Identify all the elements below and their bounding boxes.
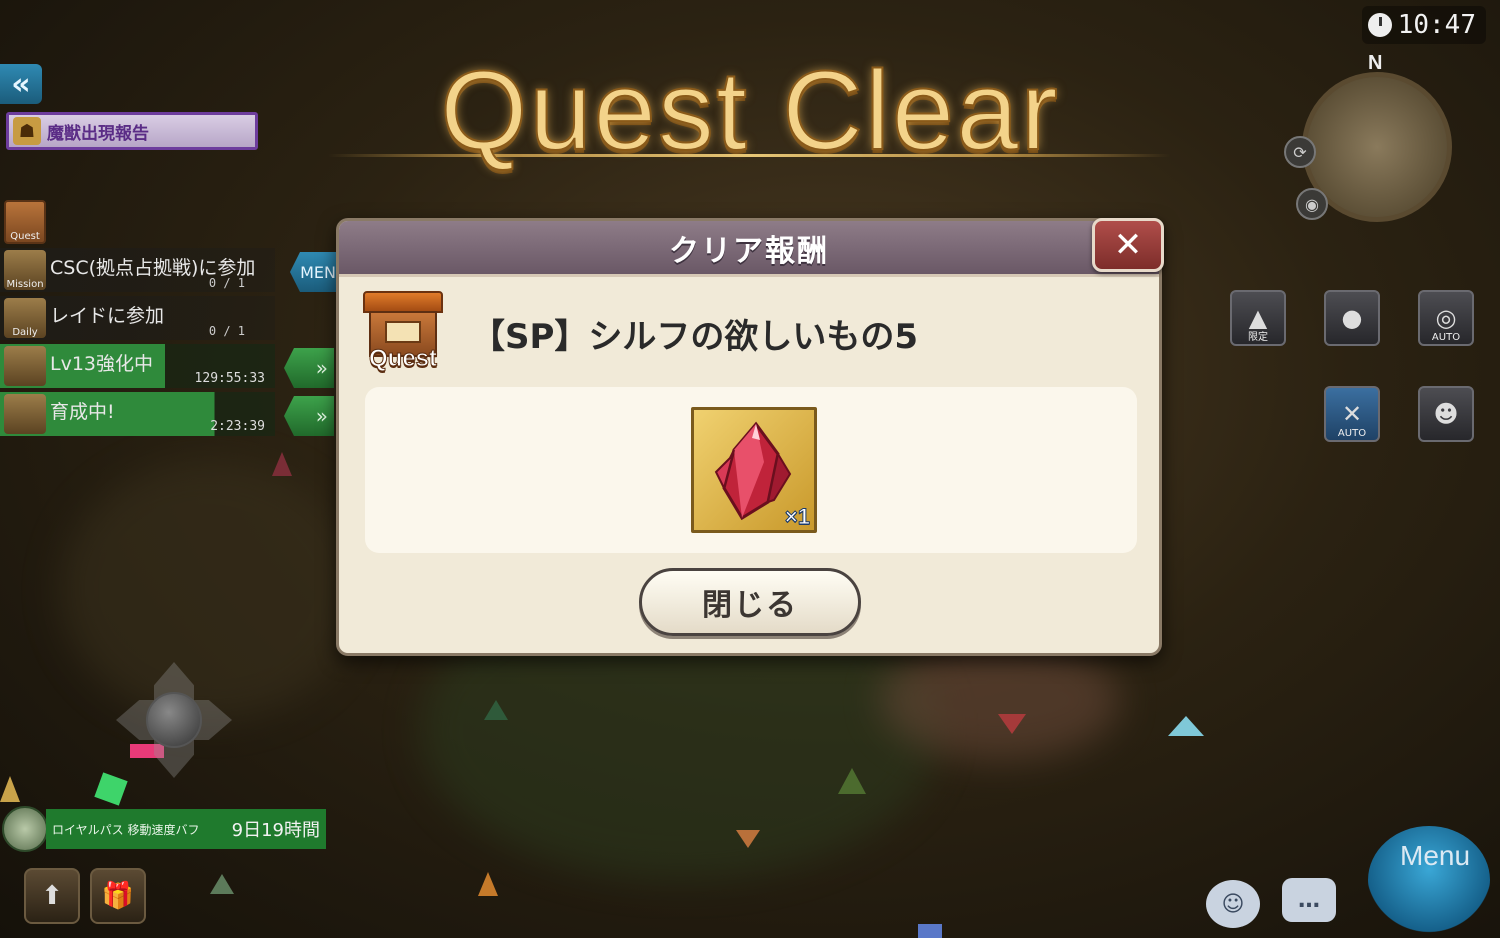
task-timer: 2:23:39 [210, 419, 265, 434]
clear-reward-dialog: クリア報酬 Quest 【SP】シルフの欲しいもの5 ×1 閉じる [336, 218, 1162, 656]
confetti-piece [1168, 716, 1204, 736]
mission-icon: Mission [4, 250, 46, 290]
clock-icon [1367, 13, 1392, 37]
task-timer: 129:55:33 [194, 371, 265, 386]
camera-button[interactable]: ● [1324, 290, 1380, 346]
party-button[interactable]: ☻ [1418, 386, 1474, 442]
target-icon: ◎ [1435, 304, 1457, 332]
buff-body: ロイヤルパス 移動速度バフ 9日19時間 [46, 809, 326, 849]
quest-roof [363, 291, 443, 313]
auto-target-button[interactable]: ◎ AUTO [1418, 290, 1474, 346]
quest-side-icon-label: Quest [10, 231, 40, 242]
reward-quantity: ×1 [784, 504, 810, 530]
close-button[interactable]: 閉じる [639, 568, 861, 636]
task-progress: 0 / 1 [208, 324, 245, 338]
auto-label: AUTO [1431, 332, 1461, 343]
quest-name: 【SP】シルフの欲しいもの5 [471, 317, 919, 357]
quest-badge-label: Quest [368, 345, 437, 373]
background-creature [880, 640, 1120, 760]
limited-label: 限定 [1248, 332, 1268, 343]
chat-icon[interactable]: … [1282, 878, 1336, 922]
royal-pass-buff[interactable]: ロイヤルパス 移動速度バフ 9日19時間 [2, 806, 326, 852]
quest-clear-title: Quest Clear [439, 47, 1060, 174]
confetti-piece [0, 776, 20, 802]
quest-shop-icon[interactable]: Quest [4, 200, 46, 244]
minimap-view-icon[interactable]: ◉ [1296, 188, 1328, 220]
buff-icon [2, 806, 48, 852]
buff-remaining-time: 9日19時間 [231, 820, 320, 841]
fast-forward-button[interactable]: » [284, 396, 334, 436]
swords-icon: ✕ [1341, 400, 1363, 428]
task-row-daily[interactable]: Daily レイドに参加 0 / 1 [0, 296, 275, 340]
confetti-piece [272, 452, 292, 476]
clock: 10:47 [1361, 6, 1486, 44]
confetti-piece [918, 924, 942, 938]
auto-label: AUTO [1337, 428, 1367, 439]
camera-icon: ● [1341, 304, 1363, 332]
buff-name: ロイヤルパス 移動速度バフ [52, 822, 200, 837]
side-menu-tab[interactable]: MEN [290, 252, 340, 292]
close-icon[interactable]: ✕ [1092, 218, 1164, 272]
task-progress: 0 / 1 [208, 276, 245, 290]
confetti-piece [736, 830, 760, 848]
group-icon: ☻ [1433, 400, 1459, 428]
task-row-mission[interactable]: Mission CSC(拠点占拠戦)に参加 0 / 1 [0, 248, 275, 292]
clock-time: 10:47 [1397, 10, 1476, 40]
dialog-header: クリア報酬 [339, 221, 1159, 277]
confetti-piece [478, 872, 498, 896]
joystick-knob[interactable] [146, 692, 202, 748]
virtual-joystick[interactable] [116, 662, 232, 778]
quest-window [385, 321, 421, 343]
reward-panel: ×1 [365, 387, 1137, 553]
reward-item[interactable]: ×1 [691, 407, 817, 533]
mission-icon-label: Mission [6, 279, 44, 290]
confetti-piece [838, 768, 866, 794]
boots-upgrade-icon[interactable]: ⬆ [24, 868, 80, 924]
fast-forward-button[interactable]: » [284, 348, 334, 388]
main-menu-label: Menu [1400, 840, 1471, 871]
task-row-training[interactable]: 育成中! 2:23:39 [0, 392, 275, 436]
dialog-title: クリア報酬 [669, 233, 829, 269]
task-label: 育成中! [50, 401, 115, 423]
gift-box-icon[interactable]: 🎁 [90, 868, 146, 924]
house-icon [4, 394, 46, 434]
confetti-piece [210, 874, 234, 894]
auto-battle-button[interactable]: ✕ AUTO [1324, 386, 1380, 442]
emote-icon[interactable]: ☺ [1206, 880, 1260, 928]
confetti-piece [484, 700, 508, 720]
daily-icon: Daily [4, 298, 46, 338]
task-row-enhance[interactable]: Lv13強化中 129:55:33 [0, 344, 275, 388]
confetti-piece [998, 714, 1026, 734]
quest-badge: Quest [361, 291, 445, 377]
task-label: Lv13強化中 [50, 353, 154, 375]
daily-icon-label: Daily [12, 327, 38, 338]
task-label: レイドに参加 [50, 305, 165, 327]
house-icon [4, 346, 46, 386]
limited-shop-button[interactable]: ▲ 限定 [1230, 290, 1286, 346]
